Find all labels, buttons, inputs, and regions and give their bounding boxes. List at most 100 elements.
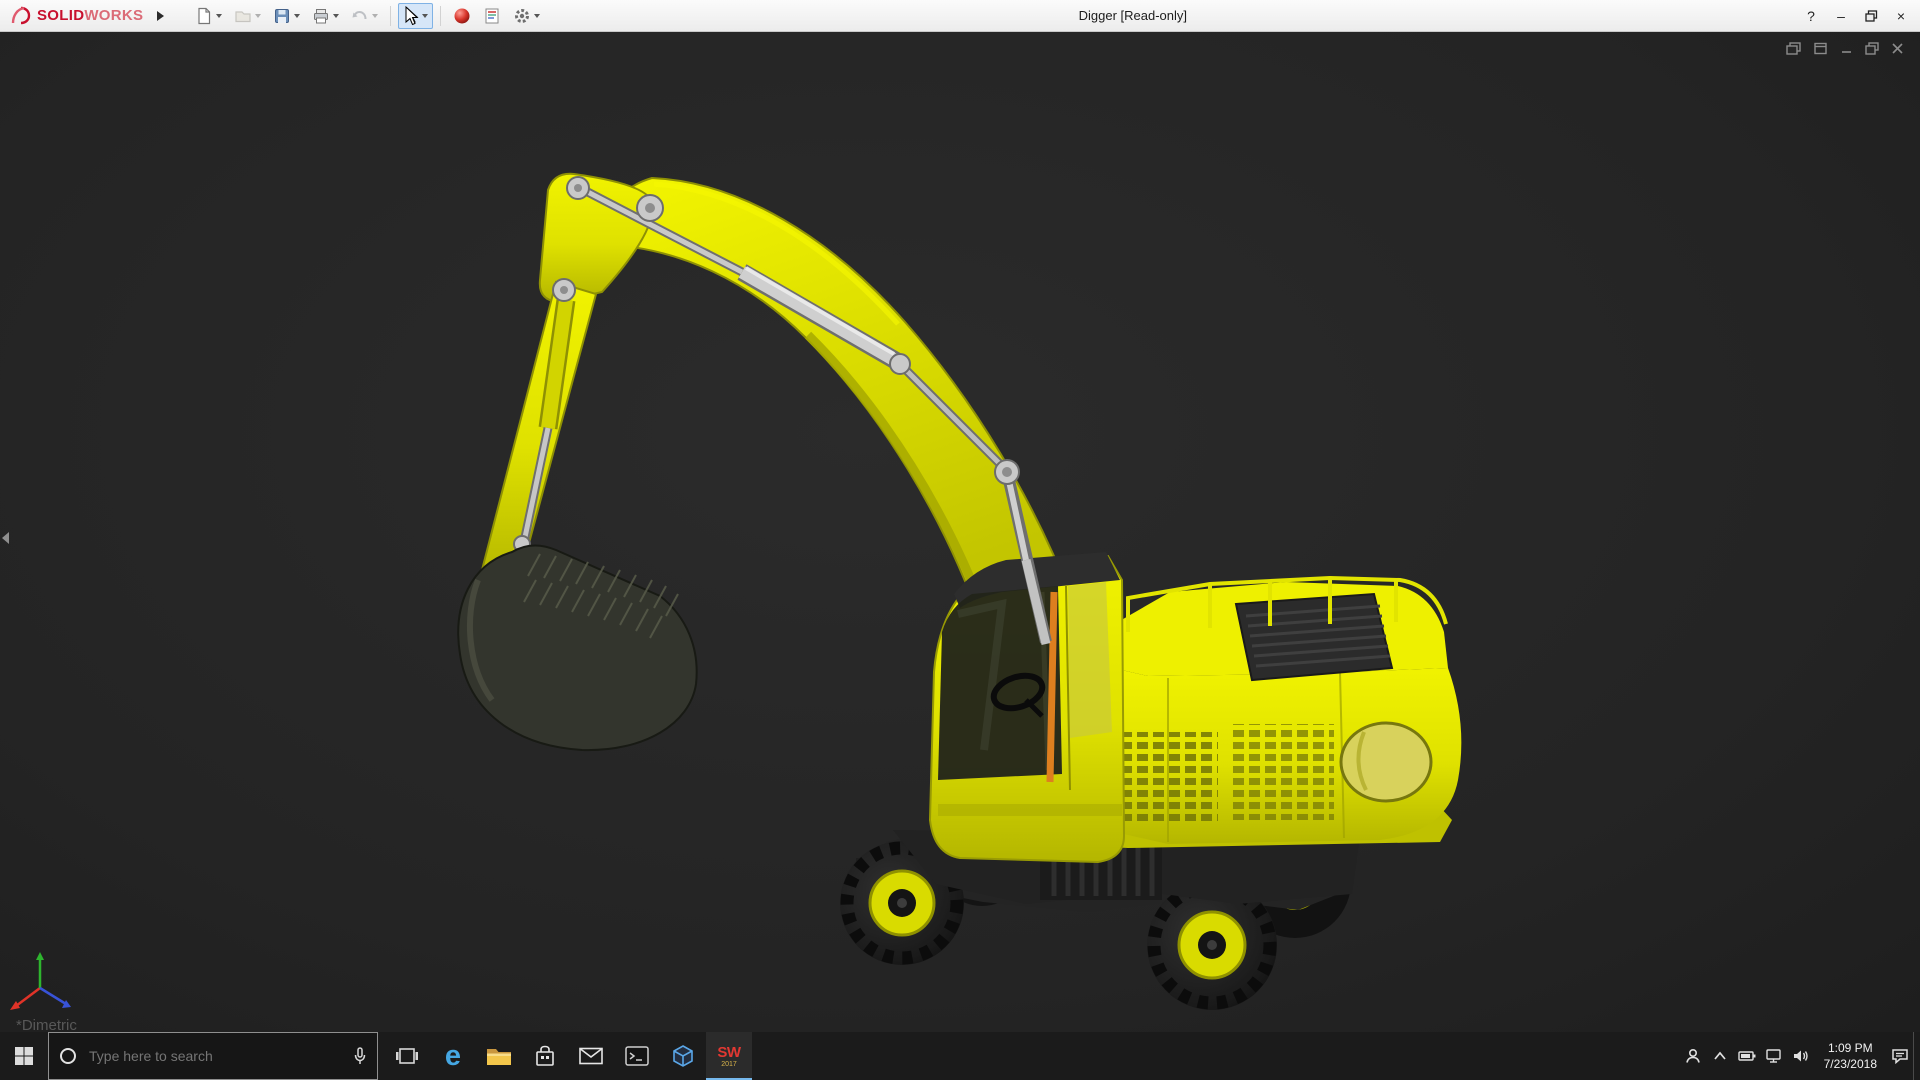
rear-window bbox=[1341, 723, 1431, 801]
windows-taskbar: e bbox=[0, 1032, 1920, 1080]
side-grille-left bbox=[1112, 732, 1218, 822]
excavator-dipper bbox=[482, 282, 596, 584]
orientation-triad bbox=[10, 952, 71, 1010]
document-title: Digger [Read-only] bbox=[1079, 8, 1187, 23]
dropdown-caret bbox=[216, 14, 222, 18]
minimize-child-icon[interactable] bbox=[1840, 42, 1853, 55]
search-input[interactable] bbox=[87, 1047, 343, 1065]
dropdown-caret bbox=[534, 14, 540, 18]
dropdown-caret bbox=[294, 14, 300, 18]
restore-button[interactable] bbox=[1856, 0, 1886, 32]
open-folder-icon bbox=[234, 7, 252, 25]
menu-flyout-arrow[interactable] bbox=[157, 11, 164, 21]
taskbar-apps: e bbox=[384, 1032, 752, 1080]
new-document-button[interactable] bbox=[190, 3, 227, 29]
window-controls: ? – × bbox=[1796, 0, 1916, 32]
new-document-icon bbox=[195, 7, 213, 25]
action-center-button[interactable] bbox=[1886, 1032, 1913, 1080]
volume-button[interactable] bbox=[1788, 1032, 1815, 1080]
help-button[interactable]: ? bbox=[1796, 0, 1826, 32]
properties-report-icon bbox=[483, 7, 501, 25]
edge-button[interactable]: e bbox=[430, 1032, 476, 1080]
network-button[interactable] bbox=[1761, 1032, 1788, 1080]
store-button[interactable] bbox=[522, 1032, 568, 1080]
battery-icon bbox=[1738, 1050, 1756, 1062]
cascade-windows-icon[interactable] bbox=[1786, 42, 1801, 55]
file-explorer-icon bbox=[486, 1045, 512, 1067]
clock-time: 1:09 PM bbox=[1824, 1040, 1877, 1056]
chevron-up-icon bbox=[1713, 1051, 1727, 1061]
sw-logo-year: 2017 bbox=[721, 1061, 737, 1068]
command-window-icon bbox=[625, 1046, 649, 1066]
store-icon bbox=[534, 1045, 556, 1067]
solidworks-app-window: { "colors": { "titlebar_bg": "#f2f2f2", … bbox=[0, 0, 1920, 1080]
mail-button[interactable] bbox=[568, 1032, 614, 1080]
system-tray: 1:09 PM 7/23/2018 bbox=[1680, 1032, 1920, 1080]
task-view-icon bbox=[395, 1046, 419, 1066]
appearance-sphere-icon bbox=[453, 7, 471, 25]
hidden-icons-button[interactable] bbox=[1707, 1032, 1734, 1080]
side-grille-right bbox=[1228, 724, 1334, 820]
solidworks-logo: SOLIDWORKS bbox=[0, 6, 143, 26]
close-child-icon[interactable] bbox=[1891, 42, 1904, 55]
undo-icon bbox=[351, 7, 369, 25]
cab-side-window bbox=[1068, 582, 1112, 738]
mouse-cursor bbox=[404, 6, 420, 26]
appearance-button[interactable] bbox=[448, 3, 476, 29]
taskbar-search-box[interactable] bbox=[48, 1032, 378, 1080]
view-orientation-label: *Dimetric bbox=[16, 1017, 77, 1032]
start-button[interactable] bbox=[0, 1032, 48, 1080]
brand-solid: SOLID bbox=[37, 7, 84, 24]
undo-button[interactable] bbox=[346, 3, 383, 29]
battery-button[interactable] bbox=[1734, 1032, 1761, 1080]
minimize-button[interactable]: – bbox=[1826, 0, 1856, 32]
task-view-button[interactable] bbox=[384, 1032, 430, 1080]
new-window-icon[interactable] bbox=[1813, 42, 1828, 55]
restore-child-icon[interactable] bbox=[1865, 42, 1879, 55]
show-desktop-button[interactable] bbox=[1913, 1032, 1920, 1080]
action-center-icon bbox=[1891, 1048, 1909, 1064]
dropdown-caret bbox=[422, 14, 428, 18]
print-icon bbox=[312, 7, 330, 25]
dropdown-caret bbox=[333, 14, 339, 18]
restore-icon bbox=[1865, 10, 1878, 22]
microphone-icon[interactable] bbox=[353, 1047, 367, 1065]
excavator-bucket bbox=[458, 545, 696, 750]
graphics-viewport[interactable]: *Dimetric bbox=[0, 32, 1920, 1032]
clock-date: 7/23/2018 bbox=[1824, 1056, 1877, 1072]
close-button[interactable]: × bbox=[1886, 0, 1916, 32]
open-button[interactable] bbox=[229, 3, 266, 29]
panel-collapse-tab[interactable] bbox=[2, 532, 9, 544]
people-button[interactable] bbox=[1680, 1032, 1707, 1080]
file-explorer-button[interactable] bbox=[476, 1032, 522, 1080]
model-canvas[interactable] bbox=[0, 32, 1920, 1032]
print-button[interactable] bbox=[307, 3, 344, 29]
toolbar-separator bbox=[390, 6, 391, 26]
quick-toolbar bbox=[190, 3, 545, 29]
properties-report-button[interactable] bbox=[478, 3, 506, 29]
network-icon bbox=[1766, 1049, 1783, 1063]
brand-text: SOLIDWORKS bbox=[37, 7, 143, 25]
child-window-controls bbox=[1786, 42, 1904, 55]
solidworks-taskbar-button[interactable]: SW 2017 bbox=[706, 1032, 752, 1080]
save-button[interactable] bbox=[268, 3, 305, 29]
brand-works: WORKS bbox=[84, 7, 143, 24]
mail-icon bbox=[579, 1047, 603, 1065]
3d-app-button[interactable] bbox=[660, 1032, 706, 1080]
dropdown-caret bbox=[255, 14, 261, 18]
taskbar-clock[interactable]: 1:09 PM 7/23/2018 bbox=[1815, 1040, 1886, 1072]
3d-cube-icon bbox=[671, 1044, 695, 1068]
sw-logo-text: SW bbox=[717, 1045, 740, 1060]
speaker-icon bbox=[1793, 1049, 1810, 1063]
options-gear-icon bbox=[513, 7, 531, 25]
command-window-button[interactable] bbox=[614, 1032, 660, 1080]
save-icon bbox=[273, 7, 291, 25]
cab-control-lever bbox=[1050, 592, 1054, 782]
dassault-swoosh-icon bbox=[10, 6, 32, 26]
people-icon bbox=[1684, 1047, 1702, 1065]
windows-logo-icon bbox=[14, 1046, 34, 1066]
titlebar: SOLIDWORKS bbox=[0, 0, 1920, 32]
excavator-cab bbox=[930, 552, 1124, 862]
toolbar-separator bbox=[440, 6, 441, 26]
options-button[interactable] bbox=[508, 3, 545, 29]
